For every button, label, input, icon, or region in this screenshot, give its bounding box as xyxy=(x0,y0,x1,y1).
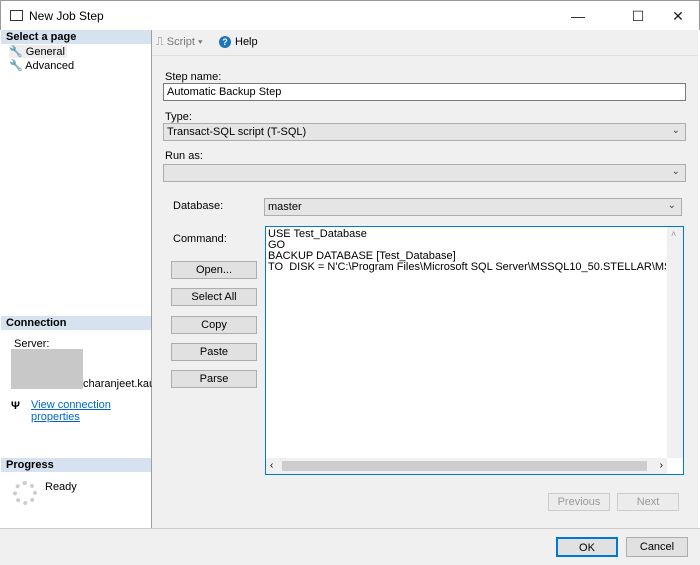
progress-spinner-icon xyxy=(13,481,37,505)
cancel-button[interactable]: Cancel xyxy=(626,537,688,557)
nav-item-general[interactable]: 🔧 General xyxy=(9,45,67,58)
script-icon: ⎍ xyxy=(156,36,164,48)
help-button[interactable]: Help xyxy=(235,36,258,48)
paste-button[interactable]: Paste xyxy=(171,343,257,361)
chevron-down-icon: ⌄ xyxy=(671,125,680,136)
connection-heading: Connection xyxy=(1,316,151,330)
step-name-label: Step name: xyxy=(165,71,222,83)
scroll-up-icon[interactable]: ˄ xyxy=(671,229,676,239)
title-bar: New Job Step — ☐ ✕ xyxy=(0,0,700,30)
ok-button[interactable]: OK xyxy=(556,537,618,557)
nav-item-advanced[interactable]: 🔧 Advanced xyxy=(9,59,74,72)
select-page-heading: Select a page xyxy=(1,30,151,44)
window-icon xyxy=(10,10,23,21)
run-as-label: Run as: xyxy=(165,150,203,162)
database-label: Database: xyxy=(173,200,224,212)
left-panel: Select a page 🔧 General 🔧 Advanced Conne… xyxy=(1,30,159,528)
minimize-button[interactable]: — xyxy=(555,1,601,31)
vertical-scrollbar[interactable]: ˄ xyxy=(667,227,683,458)
redacted-server xyxy=(11,349,83,389)
connection-user: charanjeet.kaur xyxy=(83,378,159,390)
progress-heading: Progress xyxy=(1,458,151,472)
main-panel: ⎍ Script ▾ ? Help Step name: Automatic B… xyxy=(152,30,698,528)
wrench-icon: 🔧 xyxy=(9,60,23,72)
chevron-down-icon: ⌄ xyxy=(671,166,680,177)
select-all-button[interactable]: Select All xyxy=(171,288,257,306)
type-label: Type: xyxy=(165,111,192,123)
close-button[interactable]: ✕ xyxy=(655,1,700,31)
command-text[interactable]: USE Test_Database GO BACKUP DATABASE [Te… xyxy=(268,229,666,429)
scroll-left-icon[interactable]: ‹ xyxy=(270,460,273,471)
run-as-select[interactable]: ⌄ xyxy=(163,164,686,182)
scroll-thumb[interactable] xyxy=(282,461,647,471)
wrench-icon: 🔧 xyxy=(9,46,23,58)
parse-button[interactable]: Parse xyxy=(171,370,257,388)
database-select[interactable]: master ⌄ xyxy=(264,198,682,216)
copy-button[interactable]: Copy xyxy=(171,316,257,334)
step-name-input[interactable]: Automatic Backup Step xyxy=(163,83,686,101)
type-select[interactable]: Transact-SQL script (T-SQL) ⌄ xyxy=(163,123,686,141)
help-icon[interactable]: ? xyxy=(219,36,231,48)
dialog-footer: OK Cancel xyxy=(0,528,700,565)
view-connection-properties-link[interactable]: View connection properties xyxy=(31,399,151,423)
command-label: Command: xyxy=(173,233,227,245)
progress-status: Ready xyxy=(45,481,77,493)
command-editor[interactable]: USE Test_Database GO BACKUP DATABASE [Te… xyxy=(265,226,684,475)
chevron-down-icon: ⌄ xyxy=(667,200,676,211)
previous-button[interactable]: Previous xyxy=(548,493,610,511)
window-title: New Job Step xyxy=(29,9,104,23)
script-button[interactable]: ⎍ Script ▾ xyxy=(156,36,203,49)
toolbar: ⎍ Script ▾ ? Help xyxy=(152,30,698,56)
scroll-right-icon[interactable]: › xyxy=(660,460,663,471)
horizontal-scrollbar[interactable]: ‹ › xyxy=(266,458,667,474)
connection-plug-icon: Ψ xyxy=(11,400,20,412)
open-button[interactable]: Open... xyxy=(171,261,257,279)
next-button[interactable]: Next xyxy=(617,493,679,511)
